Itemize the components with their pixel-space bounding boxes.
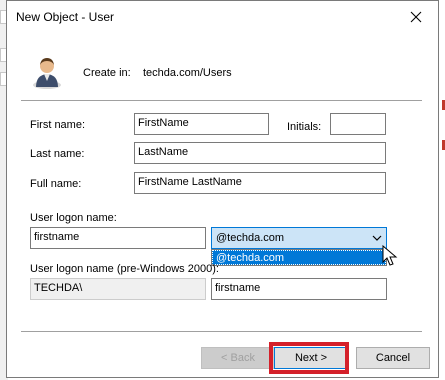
pre2000-label: User logon name (pre-Windows 2000):	[30, 263, 219, 275]
last-name-field[interactable]: LastName	[134, 142, 386, 164]
last-name-label: Last name:	[30, 148, 85, 160]
cancel-button[interactable]: Cancel	[356, 347, 430, 369]
create-in-path: techda.com/Users	[143, 67, 232, 79]
domain-select-value: @techda.com	[216, 232, 285, 244]
pre2000-logon-field[interactable]: firstname	[211, 278, 387, 300]
back-button[interactable]: < Back	[201, 347, 275, 369]
title-bar: New Object - User	[7, 1, 438, 33]
logon-name-label: User logon name:	[30, 212, 117, 224]
next-button-highlight	[269, 342, 349, 374]
new-object-user-dialog: New Object - User Create in: techda.com/…	[6, 0, 439, 378]
initials-field[interactable]	[330, 113, 386, 135]
create-in-label: Create in:	[83, 67, 131, 79]
domain-select[interactable]: @techda.com	[211, 227, 387, 249]
window-title: New Object - User	[16, 10, 115, 24]
domain-dropdown-list: @techda.com	[211, 249, 387, 266]
domain-option[interactable]: @techda.com	[212, 250, 386, 265]
full-name-field[interactable]: FirstName LastName	[134, 172, 386, 194]
pre2000-domain-field: TECHDA\	[30, 278, 206, 300]
logon-name-field[interactable]: firstname	[30, 227, 206, 249]
first-name-field[interactable]: FirstName	[134, 113, 269, 135]
dialog-body: Create in: techda.com/Users First name: …	[7, 33, 438, 377]
divider	[21, 100, 422, 102]
first-name-label: First name:	[30, 119, 86, 131]
background-window-right	[439, 0, 445, 380]
mouse-cursor-icon	[382, 245, 398, 266]
chevron-down-icon[interactable]	[372, 234, 382, 242]
initials-label: Initials:	[287, 121, 322, 133]
full-name-label: Full name:	[30, 178, 82, 190]
close-icon	[410, 11, 422, 23]
divider	[21, 331, 422, 333]
close-button[interactable]	[402, 5, 430, 29]
user-icon	[33, 58, 61, 89]
